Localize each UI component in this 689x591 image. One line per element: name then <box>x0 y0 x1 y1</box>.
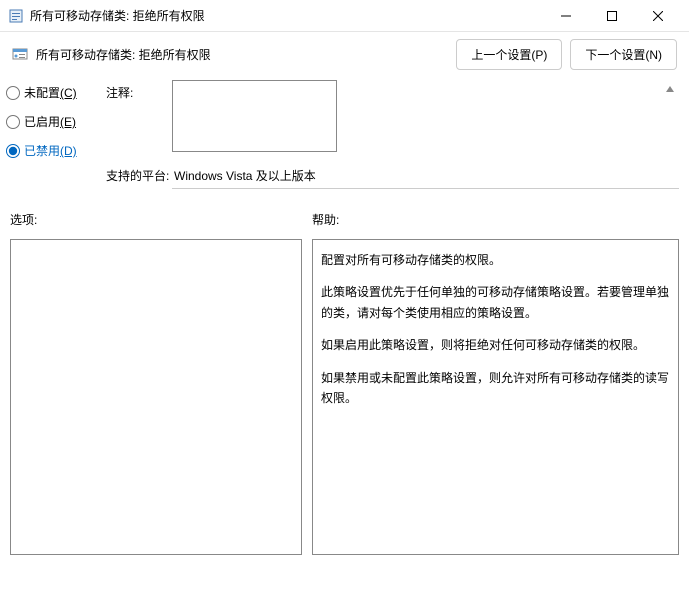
platform-row: 支持的平台: Windows Vista 及以上版本 <box>106 163 679 189</box>
radio-not-configured-input[interactable] <box>6 86 20 100</box>
platform-value: Windows Vista 及以上版本 <box>172 163 679 189</box>
header-row: 所有可移动存储类: 拒绝所有权限 上一个设置(P) 下一个设置(N) <box>0 32 689 76</box>
help-box: 配置对所有可移动存储类的权限。 此策略设置优先于任何单独的可移动存储策略设置。若… <box>312 239 679 555</box>
comment-input[interactable] <box>172 80 337 152</box>
radio-enabled-label: 已启用(E) <box>24 113 76 130</box>
radio-not-configured[interactable]: 未配置(C) <box>6 84 96 101</box>
window-controls <box>543 0 681 32</box>
platform-label: 支持的平台: <box>106 163 172 184</box>
radio-disabled-label: 已禁用(D) <box>24 142 77 159</box>
help-label: 帮助: <box>312 211 679 229</box>
config-section: 未配置(C) 已启用(E) 已禁用(D) 注释: 支持的平台: Windows … <box>0 76 689 201</box>
radio-enabled-input[interactable] <box>6 115 20 129</box>
policy-item-icon <box>12 46 28 62</box>
minimize-button[interactable] <box>543 0 589 32</box>
radio-group: 未配置(C) 已启用(E) 已禁用(D) <box>6 80 96 197</box>
radio-disabled[interactable]: 已禁用(D) <box>6 142 96 159</box>
scroll-up-icon[interactable] <box>663 82 677 96</box>
options-label: 选项: <box>10 211 302 229</box>
help-paragraph: 如果禁用或未配置此策略设置，则允许对所有可移动存储类的读写权限。 <box>321 368 670 409</box>
close-button[interactable] <box>635 0 681 32</box>
options-box <box>10 239 302 555</box>
comment-label: 注释: <box>106 80 172 101</box>
policy-title: 所有可移动存储类: 拒绝所有权限 <box>36 46 448 63</box>
help-paragraph: 配置对所有可移动存储类的权限。 <box>321 250 670 270</box>
policy-icon <box>8 8 24 24</box>
window-title: 所有可移动存储类: 拒绝所有权限 <box>30 7 543 24</box>
titlebar: 所有可移动存储类: 拒绝所有权限 <box>0 0 689 32</box>
prev-setting-button[interactable]: 上一个设置(P) <box>456 39 562 70</box>
help-paragraph: 如果启用此策略设置，则将拒绝对任何可移动存储类的权限。 <box>321 335 670 355</box>
radio-not-configured-label: 未配置(C) <box>24 84 77 101</box>
next-setting-button[interactable]: 下一个设置(N) <box>570 39 677 70</box>
options-column: 选项: <box>10 211 302 555</box>
lower-section: 选项: 帮助: 配置对所有可移动存储类的权限。 此策略设置优先于任何单独的可移动… <box>0 201 689 559</box>
maximize-button[interactable] <box>589 0 635 32</box>
radio-enabled[interactable]: 已启用(E) <box>6 113 96 130</box>
radio-disabled-input[interactable] <box>6 144 20 158</box>
help-paragraph: 此策略设置优先于任何单独的可移动存储策略设置。若要管理单独的类，请对每个类使用相… <box>321 282 670 323</box>
help-column: 帮助: 配置对所有可移动存储类的权限。 此策略设置优先于任何单独的可移动存储策略… <box>312 211 679 555</box>
fields-column: 注释: 支持的平台: Windows Vista 及以上版本 <box>106 80 679 197</box>
comment-row: 注释: <box>106 80 679 155</box>
